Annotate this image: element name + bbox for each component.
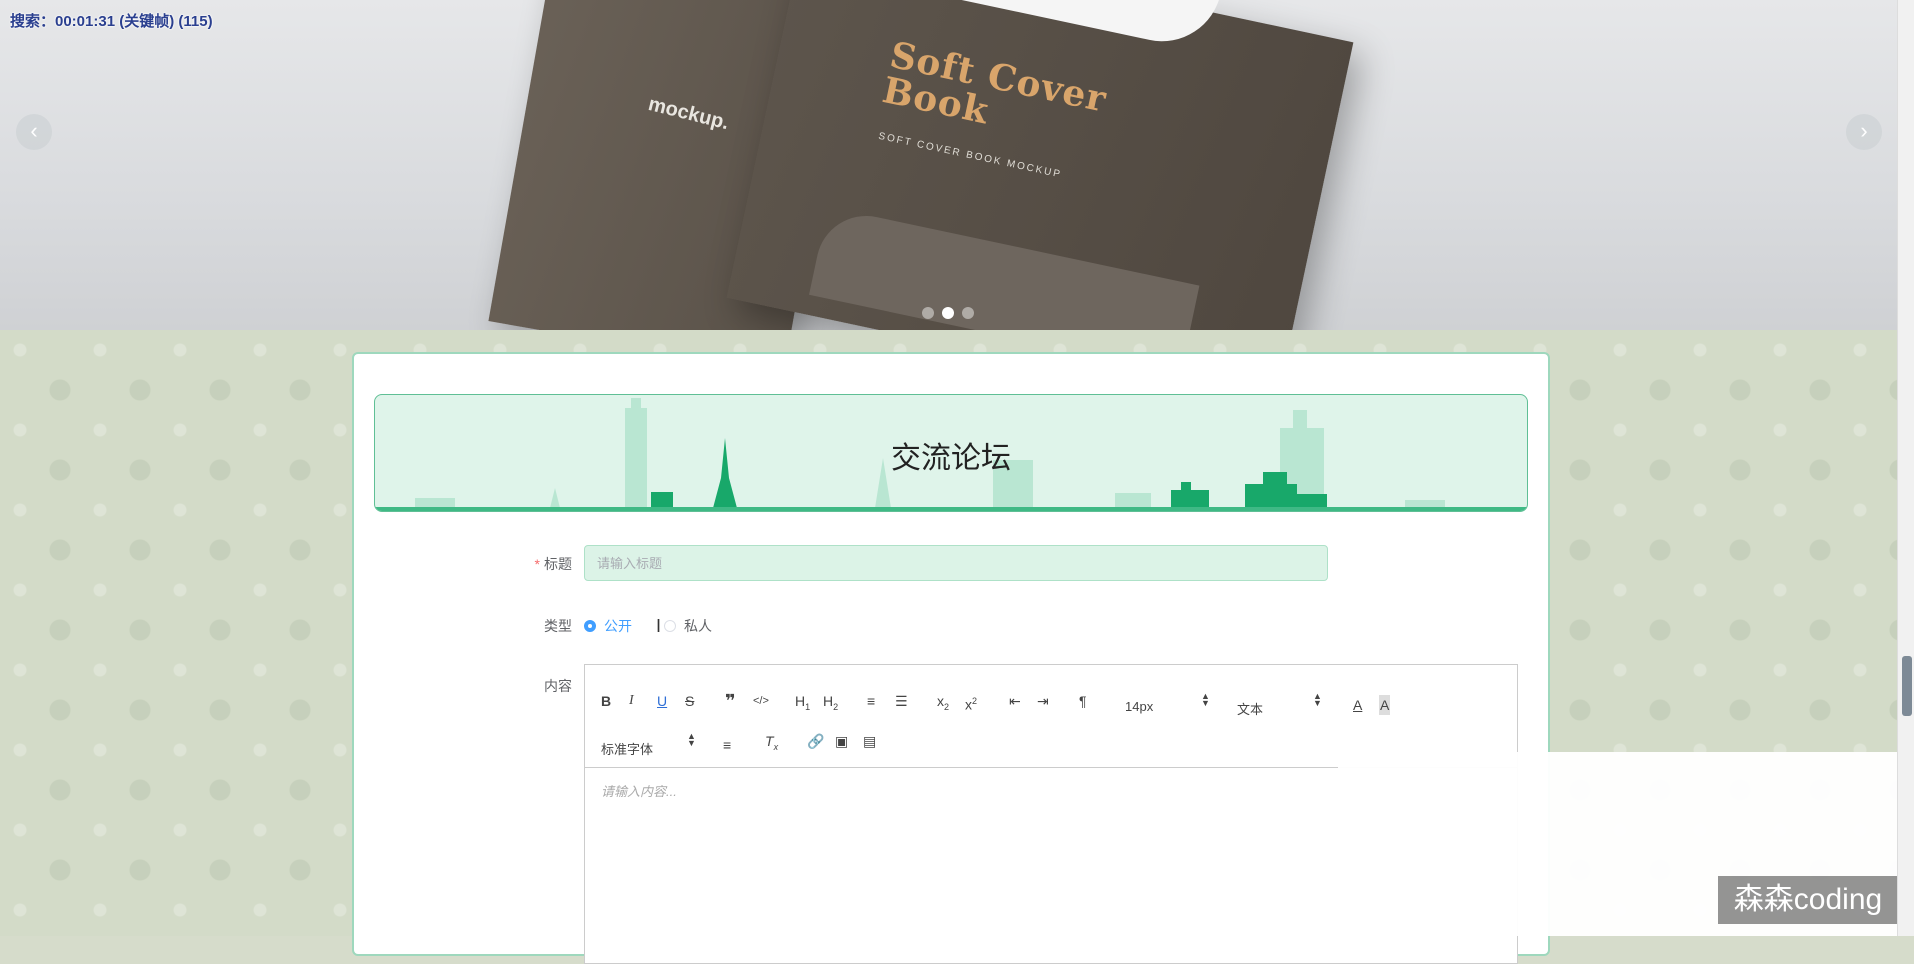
radio-private[interactable]: 私人 — [664, 616, 712, 636]
title-label: * 标题 — [492, 554, 572, 574]
header1-icon[interactable]: H1 — [795, 691, 810, 712]
carousel-dot-active[interactable] — [942, 307, 954, 319]
scrollbar-thumb[interactable] — [1902, 656, 1912, 716]
underline-icon[interactable]: U — [657, 691, 667, 711]
radio-private-circle[interactable] — [664, 620, 676, 632]
link-icon[interactable]: 🔗 — [807, 731, 824, 751]
title-input[interactable] — [584, 545, 1328, 581]
title-label-text: 标题 — [544, 556, 572, 572]
background-color-icon[interactable]: A — [1379, 695, 1391, 715]
content-label: 内容 — [544, 678, 572, 694]
video-icon[interactable]: ▤ — [863, 731, 876, 751]
radio-public-label: 公开 — [604, 618, 632, 634]
type-label: 类型 — [544, 618, 572, 634]
italic-icon[interactable]: I — [629, 691, 634, 711]
header2-icon[interactable]: H2 — [823, 691, 838, 712]
carousel-dot[interactable] — [922, 307, 934, 319]
code-block-icon[interactable]: </> — [753, 691, 769, 711]
book-front-image: Soft Cover Book SOFT COVER BOOK MOCKUP — [726, 0, 1354, 330]
radio-private-label: 私人 — [684, 618, 712, 634]
banner-carousel: mockup. Soft Cover Book SOFT COVER BOOK … — [0, 0, 1898, 330]
subscript-icon[interactable]: x2 — [937, 691, 949, 712]
book-bottom-panel — [809, 206, 1200, 330]
text-direction-icon[interactable]: ¶ — [1079, 691, 1087, 711]
watermark: 森森coding — [1718, 876, 1898, 924]
radio-public[interactable]: 公开 — [584, 616, 632, 636]
text-cursor-icon: I — [656, 616, 662, 636]
align-icon[interactable]: ≡ — [723, 735, 731, 755]
font-family-select[interactable]: 标准字体 — [601, 739, 653, 758]
scrollbar-track[interactable] — [1897, 0, 1914, 936]
font-family-caret-icon: ▲ ▼ — [687, 731, 696, 748]
outdent-icon[interactable]: ⇤ — [1009, 691, 1021, 711]
strike-icon[interactable]: S — [685, 691, 694, 711]
header-caret-icon: ▲ ▼ — [1313, 691, 1322, 708]
font-size-select[interactable]: 14px — [1125, 699, 1153, 714]
ordered-list-icon[interactable]: ≡ — [867, 691, 875, 711]
font-color-icon[interactable]: A — [1353, 695, 1362, 715]
book-back-title: mockup. — [646, 92, 732, 135]
indent-icon[interactable]: ⇥ — [1037, 691, 1049, 711]
blockquote-icon[interactable]: ❞ — [725, 691, 736, 711]
editor-placeholder: 请输入内容... — [601, 784, 677, 799]
page-title: 交流论坛 — [891, 441, 1011, 476]
header-select[interactable]: 文本 — [1237, 699, 1263, 718]
carousel-prev-button[interactable]: ‹ — [16, 114, 52, 150]
header-ground-line — [375, 507, 1527, 511]
carousel-dot[interactable] — [962, 307, 974, 319]
carousel-next-button[interactable]: › — [1846, 114, 1882, 150]
font-size-caret-icon: ▲ ▼ — [1201, 691, 1210, 708]
book-front-title: Soft Cover Book — [878, 33, 1111, 133]
clear-format-icon[interactable]: Tx — [765, 731, 778, 752]
required-mark: * — [534, 556, 540, 572]
carousel-indicators — [922, 307, 974, 319]
superscript-icon[interactable]: x2 — [965, 691, 977, 713]
bold-icon[interactable]: B — [601, 691, 611, 711]
timer-overlay: 搜索：00:01:31 (关键帧) (115) — [10, 13, 213, 30]
image-icon[interactable]: ▣ — [835, 731, 848, 751]
radio-public-circle[interactable] — [584, 620, 596, 632]
bullet-list-icon[interactable]: ☰ — [895, 691, 908, 711]
forum-header: 交流论坛 — [374, 394, 1528, 512]
